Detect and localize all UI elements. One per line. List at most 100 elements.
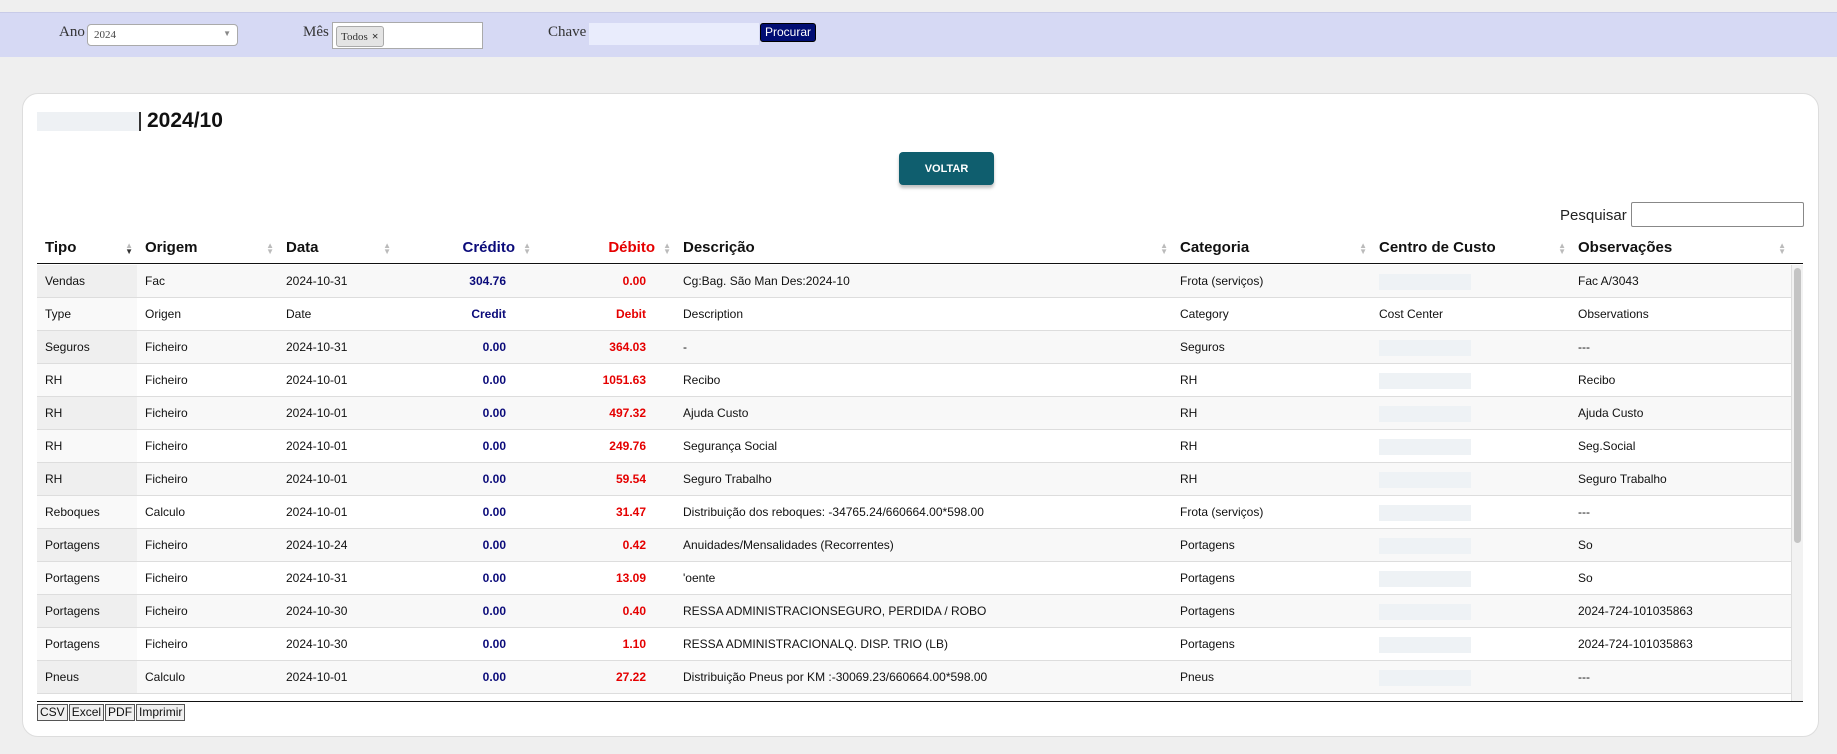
pdf-button[interactable]: PDF xyxy=(105,703,136,721)
cell-credito: Credit xyxy=(471,307,506,321)
cell-debito: 0.00 xyxy=(622,274,646,288)
csv-button[interactable]: CSV xyxy=(37,703,68,721)
cell-data: Date xyxy=(286,307,312,321)
table-body[interactable]: Vendas Fac 2024-10-31 304.76 0.00 Cg:Bag. São… xyxy=(37,265,1803,702)
cell-data: 2024-10-31 xyxy=(286,274,348,288)
col-header-data[interactable]: Data ▲ ▼ xyxy=(278,234,395,263)
cell-obs: --- xyxy=(1578,340,1590,354)
col-header-categoria-label: Categoria xyxy=(1180,239,1250,256)
key-input[interactable] xyxy=(589,23,759,45)
cell-obs: 2024-724-101035863 xyxy=(1578,604,1693,618)
redacted-title-prefix xyxy=(37,112,141,131)
excel-button[interactable]: Excel xyxy=(68,703,105,721)
cell-credito: 0.00 xyxy=(482,505,506,519)
col-header-origem-label: Origem xyxy=(145,239,198,256)
cell-descricao: RESSA ADMINISTRACIONSEGURO, PERDIDA / RO… xyxy=(683,604,987,618)
table-row[interactable]: Portagens Ficheiro 2024-10-24 0.00 0.42 Anuid… xyxy=(37,529,1803,562)
cell-data: 2024-10-01 xyxy=(286,670,348,684)
cell-origem: Fac xyxy=(145,274,166,288)
cell-origem: Ficheiro xyxy=(145,340,188,354)
cell-descricao: Recibo xyxy=(683,373,721,387)
cell-debito: 364.03 xyxy=(609,340,646,354)
redacted-value xyxy=(1379,471,1471,488)
cell-obs: Seguro Trabalho xyxy=(1578,472,1667,486)
cell-debito: 13.09 xyxy=(615,571,646,585)
cell-categoria: Frota (serviços) xyxy=(1180,505,1264,519)
print-button[interactable]: Imprimir xyxy=(136,703,186,721)
table-row[interactable]: Portagens Ficheiro 2024-10-30 0.00 0.40 RESSA… xyxy=(37,595,1803,628)
cell-descricao: RESSA ADMINISTRACIONALQ. DISP. TRIO (LB) xyxy=(683,637,948,651)
table-row[interactable]: RH Ficheiro 2024-10-01 0.00 1051.63 Recibo RH R… xyxy=(37,364,1803,397)
cell-origem: Ficheiro xyxy=(145,604,188,618)
cell-categoria: RH xyxy=(1180,439,1198,453)
table-row[interactable]: Reboques Calculo 2024-10-01 0.00 31.47 Distri… xyxy=(37,496,1803,529)
col-header-observacoes[interactable]: Observações ▲ ▼ xyxy=(1570,234,1790,263)
redacted-value xyxy=(1379,669,1471,686)
col-header-centro[interactable]: Centro de Custo ▲ ▼ xyxy=(1371,234,1570,263)
cell-obs: Ajuda Custo xyxy=(1578,406,1644,420)
report-card: 2024/10 VOLTAR Pesquisar Tipo ▲ ▼ Origem … xyxy=(22,93,1819,737)
year-select[interactable]: 2024 ▼ xyxy=(87,24,238,46)
col-header-debito[interactable]: Débito ▲ ▼ xyxy=(535,234,675,263)
cell-tipo: RH xyxy=(37,364,137,396)
cell-categoria: Category xyxy=(1180,307,1229,321)
table-row[interactable]: RH Ficheiro 2024-10-01 0.00 497.32 Ajuda Cust… xyxy=(37,397,1803,430)
redacted-value xyxy=(1379,636,1471,653)
cell-debito: 1.10 xyxy=(622,637,646,651)
cell-origem: Ficheiro xyxy=(145,373,188,387)
cell-credito: 0.00 xyxy=(482,571,506,585)
redacted-value xyxy=(1379,537,1471,554)
col-header-data-label: Data xyxy=(286,239,319,256)
scroll-thumb[interactable] xyxy=(1794,268,1801,543)
redacted-value xyxy=(1379,339,1471,356)
cell-descricao: Distribuição Pneus por KM :-30069.23/660… xyxy=(683,670,988,684)
col-header-credito[interactable]: Crédito ▲ ▼ xyxy=(395,234,535,263)
vertical-scrollbar[interactable] xyxy=(1791,265,1803,701)
back-button[interactable]: VOLTAR xyxy=(899,152,994,185)
col-header-centro-label: Centro de Custo xyxy=(1379,239,1496,256)
redacted-value xyxy=(1379,570,1471,587)
cell-credito: 0.00 xyxy=(482,373,506,387)
cell-origem: Origen xyxy=(145,307,182,321)
cell-categoria: RH xyxy=(1180,472,1198,486)
table-row[interactable]: Portagens Ficheiro 2024-10-30 0.00 1.10 RESSA… xyxy=(37,628,1803,661)
table-row[interactable]: RH Ficheiro 2024-10-01 0.00 249.76 Segurança … xyxy=(37,430,1803,463)
remove-tag-icon[interactable]: × xyxy=(372,29,379,43)
col-header-tipo[interactable]: Tipo ▲ ▼ xyxy=(37,234,137,263)
cell-obs: Recibo xyxy=(1578,373,1616,387)
redacted-value xyxy=(1379,372,1471,389)
table-row[interactable]: Pneus Calculo 2024-10-01 0.00 27.22 Distribui… xyxy=(37,661,1803,694)
table-row[interactable]: RH Ficheiro 2024-10-01 0.00 59.54 Seguro Trab… xyxy=(37,463,1803,496)
col-header-origem[interactable]: Origem ▲ ▼ xyxy=(137,234,278,263)
cell-debito: 497.32 xyxy=(609,406,646,420)
redacted-value xyxy=(1379,438,1471,455)
cell-centro xyxy=(1371,562,1570,594)
cell-tipo: Portagens xyxy=(37,628,137,660)
cell-descricao: Anuidades/Mensalidades (Recorrentes) xyxy=(683,538,894,552)
cell-data: 2024-10-01 xyxy=(286,439,348,453)
cell-debito: Debit xyxy=(616,307,646,321)
search-button[interactable]: Procurar xyxy=(760,23,817,42)
month-multiselect[interactable]: Todos × xyxy=(332,22,483,49)
cell-data: 2024-10-31 xyxy=(286,571,348,585)
table-row[interactable]: Portagens Ficheiro 2024-10-31 0.00 13.09 'oe… xyxy=(37,562,1803,595)
col-header-credito-label: Crédito xyxy=(462,239,516,256)
table-search-input[interactable] xyxy=(1631,202,1804,227)
cell-debito: 0.42 xyxy=(622,538,646,552)
col-header-observacoes-label: Observações xyxy=(1578,239,1673,256)
redacted-value xyxy=(1379,273,1471,290)
cell-origem: Ficheiro xyxy=(145,439,188,453)
cell-centro xyxy=(1371,364,1570,396)
cell-obs: --- xyxy=(1578,670,1590,684)
cell-credito: 0.00 xyxy=(482,406,506,420)
cell-categoria: Portagens xyxy=(1180,571,1235,585)
cell-descricao: Ajuda Custo xyxy=(683,406,749,420)
col-header-categoria[interactable]: Categoria ▲ ▼ xyxy=(1172,234,1371,263)
sort-icon: ▲ ▼ xyxy=(125,241,133,256)
col-header-descricao[interactable]: Descrição ▲ ▼ xyxy=(675,234,1172,263)
cell-obs: So xyxy=(1578,571,1593,585)
table-row[interactable]: Seguros Ficheiro 2024-10-31 0.00 364.03 - Segu… xyxy=(37,331,1803,364)
table-row[interactable]: Type Origen Date Credit Debit Description Cate… xyxy=(37,298,1803,331)
table-row[interactable]: Vendas Fac 2024-10-31 304.76 0.00 Cg:Bag. São… xyxy=(37,265,1803,298)
cell-debito: 249.76 xyxy=(609,439,646,453)
